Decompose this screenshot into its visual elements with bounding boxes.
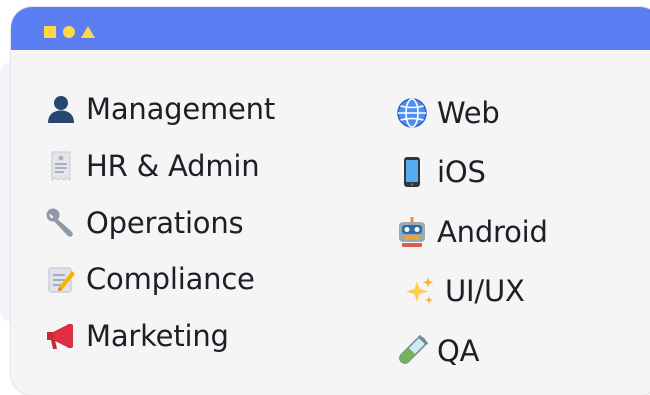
sparkles-icon [403, 274, 437, 308]
department-label: HR & Admin [86, 149, 260, 183]
team-card: Management HR & Admin Operations Complia… [10, 6, 650, 395]
memo-icon [44, 262, 78, 296]
platform-label: iOS [437, 155, 486, 189]
platform-item-qa[interactable]: QA [395, 331, 479, 371]
megaphone-icon [44, 319, 78, 353]
department-item-compliance[interactable]: Compliance [44, 259, 255, 299]
department-item-marketing[interactable]: Marketing [44, 316, 229, 356]
platform-label: Android [437, 215, 548, 249]
wrench-icon [44, 206, 78, 240]
department-item-operations[interactable]: Operations [44, 203, 244, 243]
platform-item-android[interactable]: Android [395, 212, 548, 252]
department-label: Management [86, 92, 276, 126]
department-label: Marketing [86, 319, 229, 353]
mobile-phone-icon [395, 155, 429, 189]
square-control-icon[interactable] [44, 26, 56, 38]
test-tube-icon [395, 334, 429, 368]
platform-label: UI/UX [445, 274, 525, 308]
platform-item-web[interactable]: Web [395, 93, 500, 133]
window-titlebar [11, 7, 650, 50]
platform-label: QA [437, 334, 480, 368]
department-item-hr-admin[interactable]: HR & Admin [44, 146, 260, 186]
receipt-icon [44, 149, 78, 183]
department-item-management[interactable]: Management [44, 89, 275, 129]
department-label: Compliance [86, 262, 255, 296]
robot-icon [395, 215, 429, 249]
circle-control-icon[interactable] [63, 26, 75, 38]
triangle-control-icon[interactable] [81, 26, 95, 38]
platform-label: Web [437, 96, 500, 130]
platform-item-ios[interactable]: iOS [395, 152, 486, 192]
globe-icon [395, 96, 429, 130]
platform-item-ui-ux[interactable]: UI/UX [403, 271, 525, 311]
bust-silhouette-icon [44, 92, 78, 126]
department-label: Operations [86, 206, 244, 240]
app-window: Management HR & Admin Operations Complia… [0, 0, 650, 395]
